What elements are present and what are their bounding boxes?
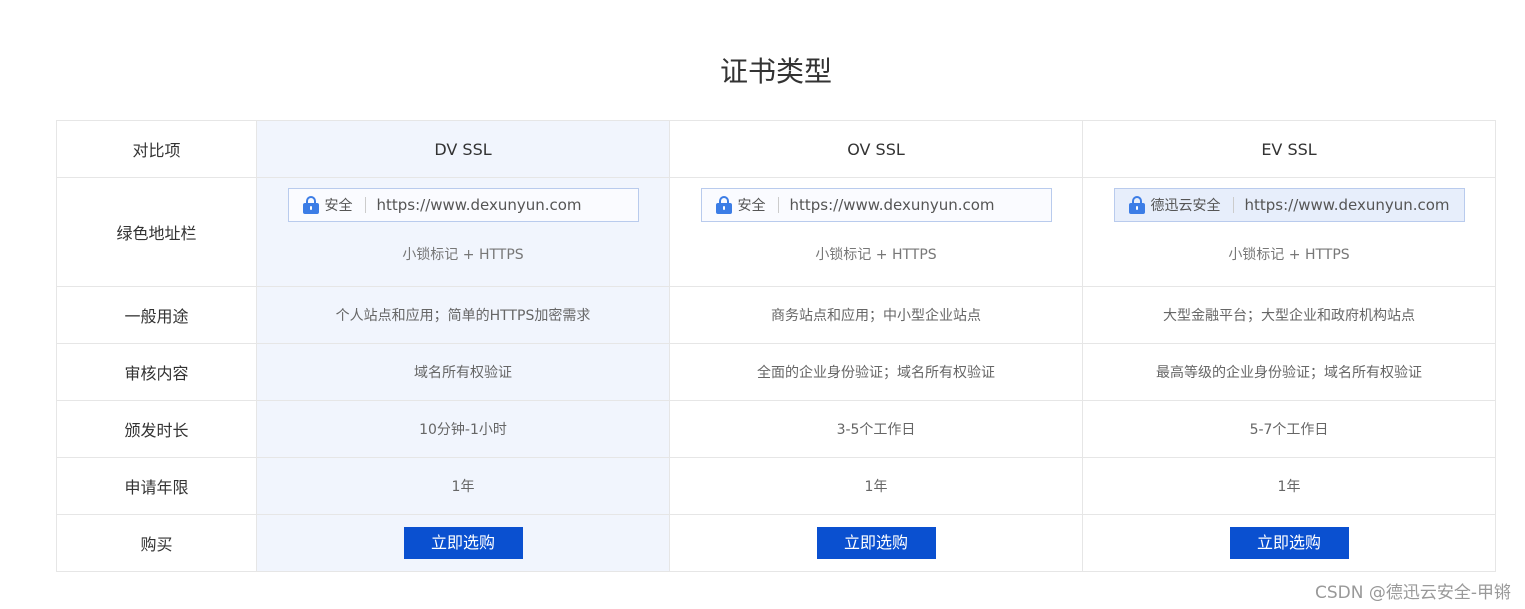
usage-ov: 商务站点和应用；中小型企业站点 (669, 286, 1083, 344)
table-row-usage: 一般用途 个人站点和应用；简单的HTTPS加密需求 商务站点和应用；中小型企业站… (56, 286, 1496, 344)
buy-cell-ov: 立即选购 (669, 514, 1083, 572)
lock-icon (302, 196, 319, 214)
address-caption: 小锁标记 + HTTPS (815, 247, 937, 263)
issue-time-dv: 10分钟-1小时 (256, 400, 670, 458)
validation-dv: 域名所有权验证 (256, 343, 670, 401)
plan-name-ev: EV SSL (1082, 120, 1496, 178)
term-ov: 1年 (669, 457, 1083, 515)
lock-icon (1128, 196, 1145, 214)
address-separator (1232, 197, 1234, 213)
validation-ev: 最高等级的企业身份验证；域名所有权验证 (1082, 343, 1496, 401)
row-label-term: 申请年限 (56, 457, 257, 515)
table-header-row: 对比项 DV SSL OV SSL EV SSL (56, 120, 1496, 178)
address-bar-cell-dv: 安全 https://www.dexunyun.com 小锁标记 + HTTPS (256, 177, 670, 287)
address-secure-text: 德迅云安全 (1150, 198, 1221, 214)
lock-icon (715, 196, 732, 214)
buy-cell-ev: 立即选购 (1082, 514, 1496, 572)
address-bar-sample-ev: 德迅云安全 https://www.dexunyun.com (1113, 188, 1465, 222)
address-bar-cell-ov: 安全 https://www.dexunyun.com 小锁标记 + HTTPS (669, 177, 1083, 287)
address-caption: 小锁标记 + HTTPS (402, 247, 524, 263)
issue-time-ev: 5-7个工作日 (1082, 400, 1496, 458)
address-bar-cell-ev: 德迅云安全 https://www.dexunyun.com 小锁标记 + HT… (1082, 177, 1496, 287)
address-separator (777, 197, 779, 213)
address-url: https://www.dexunyun.com (1244, 196, 1450, 214)
row-label-address-bar: 绿色地址栏 (56, 177, 257, 287)
watermark: CSDN @德迅云安全-甲锵 (1314, 583, 1511, 603)
row-label-usage: 一般用途 (56, 286, 257, 344)
table-row-address-bar: 绿色地址栏 安全 https://www.dexunyun.com 小锁标记 +… (56, 177, 1496, 287)
address-secure-text: 安全 (324, 198, 353, 214)
address-bar-sample-ov: 安全 https://www.dexunyun.com (700, 188, 1052, 222)
certificate-comparison-table: 对比项 DV SSL OV SSL EV SSL 绿色地址栏 安全 https:… (56, 120, 1496, 572)
address-secure-text: 安全 (737, 198, 766, 214)
issue-time-ov: 3-5个工作日 (669, 400, 1083, 458)
address-bar-sample-dv: 安全 https://www.dexunyun.com (287, 188, 639, 222)
address-url: https://www.dexunyun.com (789, 196, 995, 214)
usage-ev: 大型金融平台；大型企业和政府机构站点 (1082, 286, 1496, 344)
table-row-term: 申请年限 1年 1年 1年 (56, 457, 1496, 515)
buy-button-dv[interactable]: 立即选购 (403, 527, 523, 559)
table-row-validation: 审核内容 域名所有权验证 全面的企业身份验证；域名所有权验证 最高等级的企业身份… (56, 343, 1496, 401)
buy-cell-dv: 立即选购 (256, 514, 670, 572)
validation-ov: 全面的企业身份验证；域名所有权验证 (669, 343, 1083, 401)
row-label-buy: 购买 (56, 514, 257, 572)
plan-name-dv: DV SSL (256, 120, 670, 178)
table-row-issue-time: 颁发时长 10分钟-1小时 3-5个工作日 5-7个工作日 (56, 400, 1496, 458)
usage-dv: 个人站点和应用；简单的HTTPS加密需求 (256, 286, 670, 344)
page-title: 证书类型 (719, 55, 832, 88)
term-dv: 1年 (256, 457, 670, 515)
row-label-issue-time: 颁发时长 (56, 400, 257, 458)
buy-button-ev[interactable]: 立即选购 (1229, 527, 1349, 559)
header-label: 对比项 (56, 120, 257, 178)
address-separator (364, 197, 366, 213)
plan-name-ov: OV SSL (669, 120, 1083, 178)
table-row-buy: 购买 立即选购 立即选购 立即选购 (56, 514, 1496, 572)
address-url: https://www.dexunyun.com (376, 196, 582, 214)
row-label-validation: 审核内容 (56, 343, 257, 401)
address-caption: 小锁标记 + HTTPS (1228, 247, 1350, 263)
term-ev: 1年 (1082, 457, 1496, 515)
buy-button-ov[interactable]: 立即选购 (816, 527, 936, 559)
